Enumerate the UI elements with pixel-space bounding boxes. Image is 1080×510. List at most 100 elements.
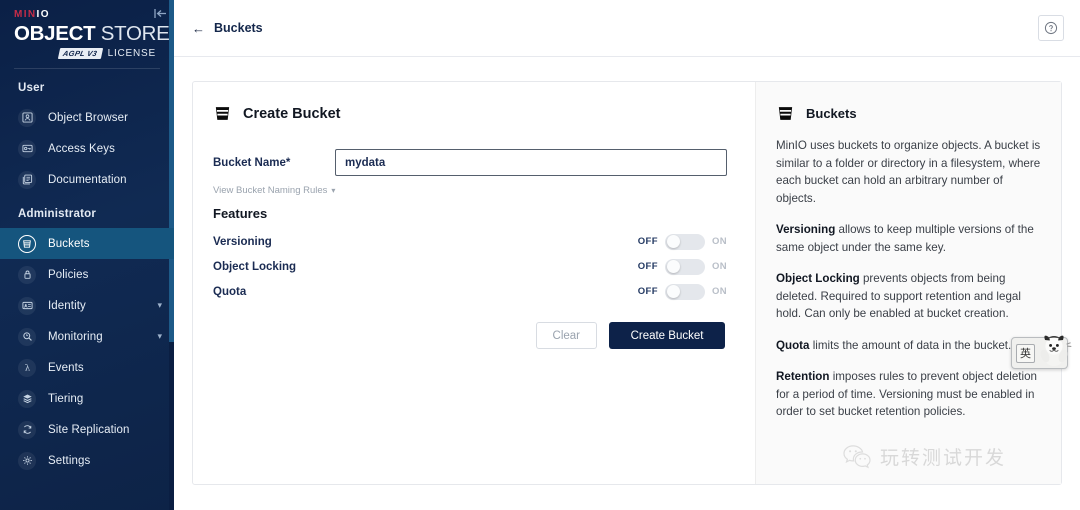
site-replication-icon: [18, 420, 36, 439]
help-question-icon: [1044, 21, 1058, 35]
toggle-off-label: OFF: [637, 236, 658, 247]
features-heading: Features: [213, 206, 268, 221]
help-button[interactable]: [1038, 15, 1064, 41]
quota-toggle[interactable]: [664, 283, 705, 300]
sidebar-item-label: Tiering: [48, 392, 84, 405]
object-browser-icon: [18, 108, 36, 127]
brand-product-name: OBJECT STORE: [14, 22, 170, 46]
chevron-down-icon[interactable]: ▾: [157, 301, 162, 310]
chevron-down-icon[interactable]: ▾: [157, 332, 162, 341]
sidebar-item-settings[interactable]: Settings: [0, 445, 174, 476]
view-bucket-naming-rules-link[interactable]: View Bucket Naming Rules ▾: [213, 185, 335, 196]
sidebar: MINIO OBJECT STORE AGPL V3 LICENSE User: [0, 0, 174, 510]
toggle-knob: [666, 260, 680, 273]
sidebar-item-buckets[interactable]: Buckets: [0, 228, 174, 259]
help-panel: Buckets MinIO uses buckets to organize o…: [755, 82, 1061, 484]
quota-toggle-group[interactable]: OFF ON: [637, 283, 727, 300]
policies-icon: [18, 265, 36, 284]
feature-row-object-locking: Object Locking OFF ON: [213, 254, 727, 279]
sidebar-section-administrator: Administrator: [18, 208, 96, 220]
sidebar-item-identity[interactable]: Identity ▾: [0, 290, 174, 321]
feature-label: Object Locking: [213, 260, 297, 273]
dog-mascot-icon: [1034, 330, 1074, 370]
sidebar-item-label: Events: [48, 361, 84, 374]
help-paragraph: Versioning allows to keep multiple versi…: [776, 221, 1041, 256]
main-area: ← Buckets Create Bucket Bucket Name* myd…: [174, 0, 1080, 510]
sidebar-item-object-browser[interactable]: Object Browser: [0, 102, 174, 133]
help-term: Object Locking: [776, 272, 860, 285]
license-label: LICENSE: [107, 48, 156, 59]
sidebar-item-label: Settings: [48, 454, 91, 467]
collapse-sidebar-icon[interactable]: [154, 8, 167, 22]
feature-row-versioning: Versioning OFF ON: [213, 229, 727, 254]
sidebar-item-events[interactable]: λ Events: [0, 352, 174, 383]
toggle-knob: [666, 235, 680, 248]
ime-mode-button[interactable]: 英: [1016, 343, 1035, 363]
help-panel-header: Buckets: [776, 104, 1041, 123]
help-panel-title: Buckets: [806, 106, 857, 121]
page-title: Buckets: [214, 21, 263, 35]
feature-label: Quota: [213, 285, 247, 298]
sidebar-item-documentation[interactable]: Documentation: [0, 164, 174, 195]
toggle-off-label: OFF: [637, 261, 658, 272]
create-bucket-form: Create Bucket Bucket Name* View Bucket N…: [193, 82, 755, 484]
events-lambda-icon: λ: [18, 358, 36, 377]
toggle-on-label: ON: [711, 286, 727, 297]
form-title: Create Bucket: [243, 105, 341, 122]
sidebar-item-access-keys[interactable]: Access Keys: [0, 133, 174, 164]
bucket-icon: [213, 104, 232, 123]
form-header: Create Bucket: [213, 104, 727, 123]
versioning-toggle[interactable]: [664, 233, 705, 250]
naming-rules-label: View Bucket Naming Rules: [213, 185, 328, 196]
versioning-toggle-group[interactable]: OFF ON: [637, 233, 727, 250]
help-paragraph: MinIO uses buckets to organize objects. …: [776, 137, 1041, 207]
toggle-on-label: ON: [711, 236, 727, 247]
feature-row-quota: Quota OFF ON: [213, 279, 727, 304]
access-keys-icon: [18, 139, 36, 158]
create-bucket-panel: Create Bucket Bucket Name* View Bucket N…: [192, 81, 1062, 485]
documentation-icon: [18, 170, 36, 189]
bucket-icon: [776, 104, 795, 123]
ime-floating-toolbar[interactable]: 英: [1011, 335, 1072, 369]
tiering-icon: [18, 389, 36, 408]
help-term: Retention: [776, 370, 830, 383]
clear-button[interactable]: Clear: [535, 322, 597, 349]
feature-label: Versioning: [213, 235, 272, 248]
object-locking-toggle[interactable]: [664, 258, 705, 275]
toggle-off-label: OFF: [637, 286, 658, 297]
sidebar-item-label: Policies: [48, 268, 89, 281]
brand-object-text: OBJECT: [14, 22, 96, 45]
form-actions: Clear Create Bucket: [213, 322, 727, 349]
bucket-name-input[interactable]: [335, 149, 727, 176]
object-locking-toggle-group[interactable]: OFF ON: [637, 258, 727, 275]
settings-gear-icon: [18, 451, 36, 470]
help-paragraph-text: MinIO uses buckets to organize objects. …: [776, 139, 1041, 205]
create-bucket-button[interactable]: Create Bucket: [609, 322, 725, 349]
minio-console-window: MINIO OBJECT STORE AGPL V3 LICENSE User: [0, 0, 1080, 510]
bucket-name-row: Bucket Name*: [213, 149, 727, 176]
sidebar-item-site-replication[interactable]: Site Replication: [0, 414, 174, 445]
monitoring-icon: [18, 327, 36, 346]
sidebar-item-label: Identity: [48, 299, 86, 312]
brand-min-text: MIN: [14, 9, 37, 20]
brand-minio-wordmark: MINIO: [14, 9, 160, 21]
sidebar-item-tiering[interactable]: Tiering: [0, 383, 174, 414]
identity-icon: [18, 296, 36, 315]
sidebar-item-policies[interactable]: Policies: [0, 259, 174, 290]
sidebar-item-label: Object Browser: [48, 111, 129, 124]
sidebar-item-label: Site Replication: [48, 423, 130, 436]
help-paragraph: Retention imposes rules to prevent objec…: [776, 368, 1041, 421]
help-paragraph: Quota limits the amount of data in the b…: [776, 337, 1041, 355]
help-paragraph-text: limits the amount of data in the bucket.: [809, 338, 1012, 352]
help-paragraph: Object Locking prevents objects from bei…: [776, 270, 1041, 323]
svg-text:λ: λ: [24, 363, 30, 373]
sidebar-item-label: Monitoring: [48, 330, 103, 343]
page-content: Create Bucket Bucket Name* View Bucket N…: [174, 57, 1080, 510]
brand-logo: MINIO OBJECT STORE AGPL V3 LICENSE: [0, 0, 174, 59]
sidebar-item-label: Buckets: [48, 237, 90, 250]
back-arrow-icon: ←: [192, 20, 205, 36]
brand-io-text: IO: [36, 9, 50, 20]
license-row: AGPL V3 LICENSE: [14, 48, 160, 59]
sidebar-item-monitoring[interactable]: Monitoring ▾: [0, 321, 174, 352]
back-to-buckets-link[interactable]: ← Buckets: [192, 21, 263, 35]
